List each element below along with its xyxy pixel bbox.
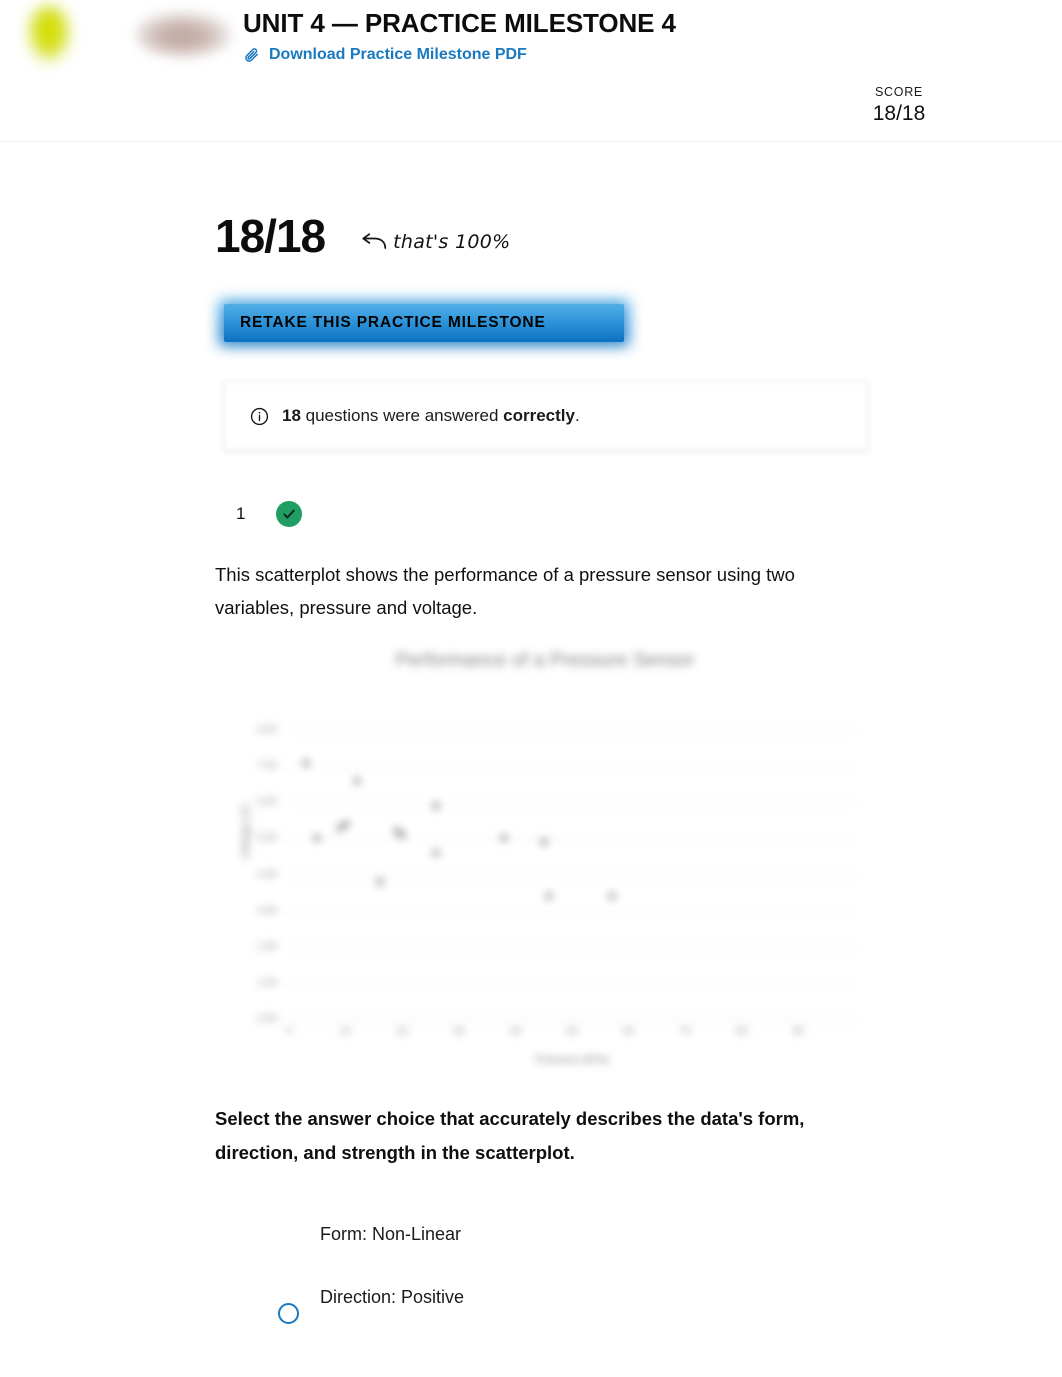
result-score: 18/18 bbox=[215, 210, 326, 262]
score-value: 18/18 bbox=[872, 102, 926, 125]
content-column: 18/18 that's 100% RETAKE THIS PRACTICE M… bbox=[215, 204, 895, 1332]
check-circle-icon bbox=[276, 501, 303, 527]
chart-x-tick-label: 50 bbox=[566, 1026, 578, 1037]
chart-x-axis-ticks: 0 10 20 30 40 50 60 70 80 90 bbox=[286, 1026, 855, 1044]
chart-x-tick-label: 70 bbox=[679, 1026, 691, 1037]
correct-answers-callout: 18 questions were answered correctly. bbox=[215, 377, 868, 451]
answer-option-line-form: Form: Non-Linear bbox=[320, 1224, 462, 1244]
chart-y-tick-label: 8.00 bbox=[257, 724, 277, 736]
handwritten-annotation: that's 100% bbox=[361, 231, 510, 262]
annotation-text: that's 100% bbox=[393, 231, 511, 253]
callout-text-middle: questions were answered bbox=[300, 406, 504, 425]
callout-emphasis: correctly bbox=[503, 406, 575, 425]
chart-x-axis-label: Pressure (kPa) bbox=[535, 1054, 609, 1066]
chart-y-tick-label: 3.00 bbox=[257, 905, 277, 917]
chart-gridline bbox=[289, 838, 855, 840]
header-title-group: UNIT 4 — PRACTICE MILESTONE 4 Download P… bbox=[243, 6, 676, 66]
download-pdf-label: Download Practice Milestone PDF bbox=[269, 46, 527, 63]
chart-gridline bbox=[289, 730, 855, 732]
chart-y-tick-label: 5.00 bbox=[257, 832, 277, 844]
page-title: UNIT 4 — PRACTICE MILESTONE 4 bbox=[243, 8, 676, 38]
answer-option[interactable]: Form: Non-Linear Direction: Positive bbox=[215, 1222, 895, 1332]
brand-logo-group bbox=[26, 4, 232, 64]
chart-data-point bbox=[353, 777, 361, 785]
chart-y-tick-label: 1.00 bbox=[257, 977, 277, 989]
chart-data-point bbox=[432, 849, 440, 857]
chart-x-tick-label: 80 bbox=[736, 1026, 748, 1037]
question-header: 1 bbox=[215, 501, 895, 527]
correct-count: 18 bbox=[282, 406, 301, 425]
result-score-row: 18/18 that's 100% bbox=[215, 204, 895, 262]
page-body: 18/18 that's 100% RETAKE THIS PRACTICE M… bbox=[0, 142, 1062, 1377]
chart-y-tick-label: 6.00 bbox=[257, 796, 277, 808]
chart-plot-area bbox=[289, 694, 855, 1020]
chart-x-tick-label: 20 bbox=[396, 1026, 408, 1037]
chart-data-point bbox=[545, 892, 553, 900]
answer-option-radio[interactable] bbox=[278, 1303, 299, 1324]
chart-data-point bbox=[313, 834, 321, 842]
chart-y-tick-label: 7.00 bbox=[257, 760, 277, 772]
chart-y-tick-label: 0.00 bbox=[257, 1013, 277, 1025]
chart-x-tick-label: 90 bbox=[792, 1026, 804, 1037]
callout-text-end: . bbox=[574, 406, 580, 425]
answer-option-line-direction: Direction: Positive bbox=[320, 1287, 465, 1307]
download-pdf-link[interactable]: Download Practice Milestone PDF bbox=[243, 44, 676, 66]
chart-gridline bbox=[289, 802, 855, 804]
chart-y-axis-ticks: 0.00 1.00 2.00 3.00 4.00 5.00 6.00 7.00 8.00 bbox=[225, 694, 283, 1025]
chart-gridline bbox=[289, 910, 855, 912]
chart-x-tick-label: 30 bbox=[453, 1026, 465, 1037]
chart-gridline bbox=[289, 946, 855, 948]
info-circle-icon bbox=[250, 407, 269, 426]
chart-data-point bbox=[376, 878, 384, 886]
chart-gridline bbox=[289, 982, 855, 984]
chart-x-tick-label: 60 bbox=[623, 1026, 635, 1037]
sophia-wordmark-logo-icon[interactable] bbox=[136, 12, 232, 56]
question-prompt: Select the answer choice that accurately… bbox=[215, 1108, 805, 1163]
chart-data-point bbox=[432, 802, 440, 810]
chart-data-point bbox=[540, 838, 548, 846]
chart-y-tick-label: 4.00 bbox=[257, 869, 277, 881]
chart-gridline bbox=[289, 874, 855, 876]
chart-gridline bbox=[289, 1019, 855, 1020]
page-header: UNIT 4 — PRACTICE MILESTONE 4 Download P… bbox=[0, 0, 1062, 142]
chart-x-tick-label: 10 bbox=[340, 1026, 352, 1037]
chart-data-point bbox=[398, 831, 406, 839]
chart-title: Performance of a Pressure Sensor bbox=[395, 650, 695, 671]
chart-data-point bbox=[302, 759, 310, 767]
question-number: 1 bbox=[236, 504, 246, 523]
paperclip-icon bbox=[243, 47, 260, 64]
chart-x-tick-label: 40 bbox=[509, 1026, 521, 1037]
retake-practice-milestone-button[interactable]: RETAKE THIS PRACTICE MILESTONE bbox=[224, 304, 624, 342]
callout-content: 18 questions were answered correctly. bbox=[223, 381, 868, 451]
retake-button-wrapper: RETAKE THIS PRACTICE MILESTONE bbox=[215, 297, 633, 349]
sophia-leaf-logo-icon[interactable] bbox=[26, 4, 72, 64]
chart-data-point bbox=[342, 820, 350, 828]
question-stem: This scatterplot shows the performance o… bbox=[215, 564, 795, 618]
curved-left-arrow-icon bbox=[361, 232, 387, 252]
callout-text: 18 questions were answered correctly. bbox=[282, 404, 580, 428]
chart-y-axis-label: Voltage (V) bbox=[240, 804, 252, 860]
header-score-block: SCORE 18/18 bbox=[864, 84, 934, 127]
chart-x-tick-label: 0 bbox=[286, 1026, 292, 1037]
chart-y-tick-label: 2.00 bbox=[257, 941, 277, 953]
chart-data-point bbox=[608, 892, 616, 900]
chart-gridline bbox=[289, 766, 855, 768]
chart-data-point bbox=[500, 834, 508, 842]
scatterplot-figure: Performance of a Pressure Sensor 0.00 1.0… bbox=[225, 640, 865, 1080]
score-caption: SCORE bbox=[875, 85, 923, 99]
